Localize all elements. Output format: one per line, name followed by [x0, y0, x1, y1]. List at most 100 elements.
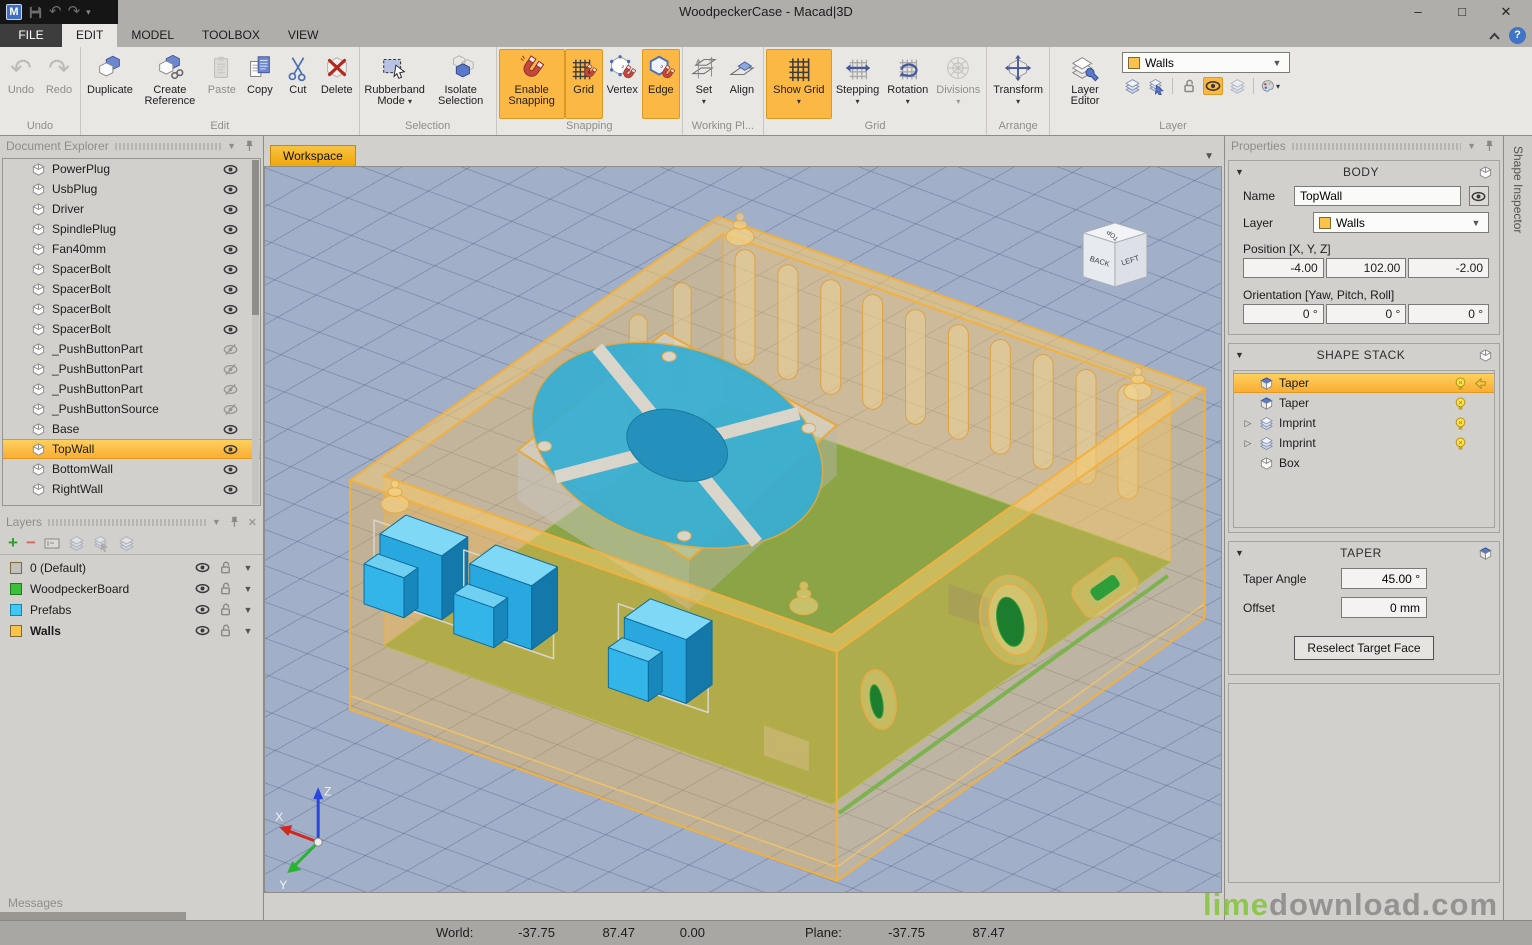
view-cube[interactable]: TOP BACK LEFT: [1083, 223, 1147, 287]
tab-file[interactable]: FILE: [0, 24, 62, 47]
visible-eye-icon[interactable]: [223, 282, 238, 297]
tree-item[interactable]: _PushButtonPart: [3, 359, 260, 379]
lightbulb-icon[interactable]: [1453, 436, 1468, 451]
collapse-ribbon-icon[interactable]: [1488, 31, 1501, 41]
visible-eye-icon[interactable]: [195, 602, 210, 617]
divisions-button[interactable]: Divisions▾: [932, 49, 984, 119]
layer-visibility-button[interactable]: [1203, 77, 1223, 95]
delete-button[interactable]: Delete: [317, 49, 357, 119]
chevron-down-icon[interactable]: ▼: [241, 563, 255, 573]
tree-item[interactable]: Base: [3, 419, 260, 439]
shape-stack-header[interactable]: ▼ SHAPE STACK: [1229, 344, 1499, 366]
lock-layer-button[interactable]: [1179, 77, 1199, 95]
tree-scrollbar[interactable]: [252, 160, 259, 504]
shape-stack-item[interactable]: ▷ Imprint: [1234, 433, 1494, 453]
tree-item[interactable]: PowerPlug: [3, 159, 260, 179]
close-panel-icon[interactable]: ✕: [248, 516, 257, 529]
snap-edge-button[interactable]: Edge: [642, 49, 680, 119]
visible-eye-icon[interactable]: [195, 581, 210, 596]
shape-stack-item[interactable]: Box: [1234, 453, 1494, 473]
visible-eye-icon[interactable]: [223, 442, 238, 457]
close-button[interactable]: ✕: [1484, 0, 1528, 24]
add-layer-button[interactable]: +: [8, 534, 18, 552]
maximize-button[interactable]: □: [1440, 0, 1484, 24]
visible-eye-icon[interactable]: [223, 222, 238, 237]
messages-panel-bar[interactable]: [0, 912, 186, 920]
messages-panel-tab[interactable]: Messages: [8, 896, 63, 910]
pin-icon[interactable]: [1482, 139, 1497, 154]
visible-eye-icon[interactable]: [223, 182, 238, 197]
tree-item[interactable]: BottomWall: [3, 459, 260, 479]
move-to-layer-button[interactable]: [1122, 77, 1142, 95]
layer-color-swatch[interactable]: [10, 583, 22, 595]
flatten-layers-button[interactable]: [1227, 77, 1247, 95]
tree-item[interactable]: UsbPlug: [3, 179, 260, 199]
hidden-eye-icon[interactable]: [223, 382, 238, 397]
scrollbar-thumb[interactable]: [252, 160, 259, 315]
move-to-layer-button[interactable]: [68, 535, 85, 552]
position-z-field[interactable]: -2.00: [1408, 258, 1489, 278]
tab-edit[interactable]: EDIT: [62, 24, 117, 47]
lightbulb-icon[interactable]: [1453, 416, 1468, 431]
visible-eye-icon[interactable]: [223, 262, 238, 277]
workspace-tab[interactable]: Workspace: [270, 145, 356, 166]
back-arrow-icon[interactable]: [1473, 376, 1488, 391]
layer-row[interactable]: 0 (Default) ▼: [0, 557, 263, 578]
body-visibility-button[interactable]: [1469, 186, 1489, 206]
orientation-pitch-field[interactable]: 0 °: [1326, 304, 1407, 324]
layer-row-active[interactable]: Walls ▼: [0, 620, 263, 641]
isolate-selection-button[interactable]: Isolate Selection: [428, 49, 494, 119]
tree-item[interactable]: Fan40mm: [3, 239, 260, 259]
collapse-triangle-icon[interactable]: ▼: [1235, 167, 1244, 177]
panel-dropdown-icon[interactable]: ▼: [1467, 141, 1476, 151]
stepping-button[interactable]: Stepping▾: [832, 49, 883, 119]
collapse-triangle-icon[interactable]: ▼: [1235, 548, 1244, 558]
duplicate-button[interactable]: Duplicate: [83, 49, 137, 119]
tab-model[interactable]: MODEL: [117, 24, 188, 47]
transform-button[interactable]: Transform▾: [989, 49, 1047, 119]
tab-view[interactable]: VIEW: [274, 24, 333, 47]
tree-item[interactable]: RightWall: [3, 479, 260, 499]
chevron-down-icon[interactable]: ▼: [241, 584, 255, 594]
body-layer-select[interactable]: Walls ▼: [1313, 212, 1489, 233]
show-grid-button[interactable]: Show Grid ▾: [766, 49, 832, 119]
visible-eye-icon[interactable]: [195, 560, 210, 575]
tree-item[interactable]: SpacerBolt: [3, 299, 260, 319]
tree-item[interactable]: _PushButtonPart: [3, 339, 260, 359]
snap-vertex-button[interactable]: Vertex: [603, 49, 642, 119]
offset-field[interactable]: 0 mm: [1341, 597, 1427, 618]
active-layer-select[interactable]: Walls ▼: [1122, 52, 1290, 73]
tree-item[interactable]: SpacerBolt: [3, 319, 260, 339]
select-layer-objects-button[interactable]: [1146, 77, 1166, 95]
remove-layer-button[interactable]: −: [26, 534, 36, 552]
taper-angle-field[interactable]: 45.00 °: [1341, 568, 1427, 589]
tree-item[interactable]: SpacerBolt: [3, 279, 260, 299]
layer-editor-button[interactable]: Layer Editor: [1052, 49, 1118, 119]
expander-icon[interactable]: ▷: [1242, 438, 1254, 449]
pin-icon[interactable]: [227, 515, 242, 530]
unlocked-icon[interactable]: [218, 560, 233, 575]
align-working-plane-button[interactable]: Align: [723, 49, 761, 119]
visible-eye-icon[interactable]: [223, 422, 238, 437]
collapse-triangle-icon[interactable]: ▼: [1235, 350, 1244, 360]
visible-eye-icon[interactable]: [223, 302, 238, 317]
name-input[interactable]: [1294, 186, 1461, 206]
shape-stack-item[interactable]: Taper: [1234, 393, 1494, 413]
paste-button[interactable]: Paste: [203, 49, 241, 119]
visible-eye-icon[interactable]: [223, 242, 238, 257]
layer-color-swatch[interactable]: [10, 604, 22, 616]
shape-inspector-tab[interactable]: Shape Inspector: [1511, 136, 1525, 233]
visible-eye-icon[interactable]: [223, 322, 238, 337]
layer-palette-button[interactable]: ▾: [1260, 77, 1280, 95]
tree-item[interactable]: SpindlePlug: [3, 219, 260, 239]
taper-section-header[interactable]: ▼ TAPER: [1229, 542, 1499, 564]
rubberband-mode-button[interactable]: Rubberband Mode ▾: [362, 49, 428, 119]
visible-eye-icon[interactable]: [223, 162, 238, 177]
tree-item[interactable]: SpacerBolt: [3, 259, 260, 279]
hidden-eye-icon[interactable]: [223, 402, 238, 417]
cut-button[interactable]: Cut: [279, 49, 317, 119]
enable-snapping-button[interactable]: Enable Snapping: [499, 49, 565, 119]
expander-icon[interactable]: ▷: [1242, 418, 1254, 429]
visible-eye-icon[interactable]: [223, 482, 238, 497]
visible-eye-icon[interactable]: [223, 202, 238, 217]
